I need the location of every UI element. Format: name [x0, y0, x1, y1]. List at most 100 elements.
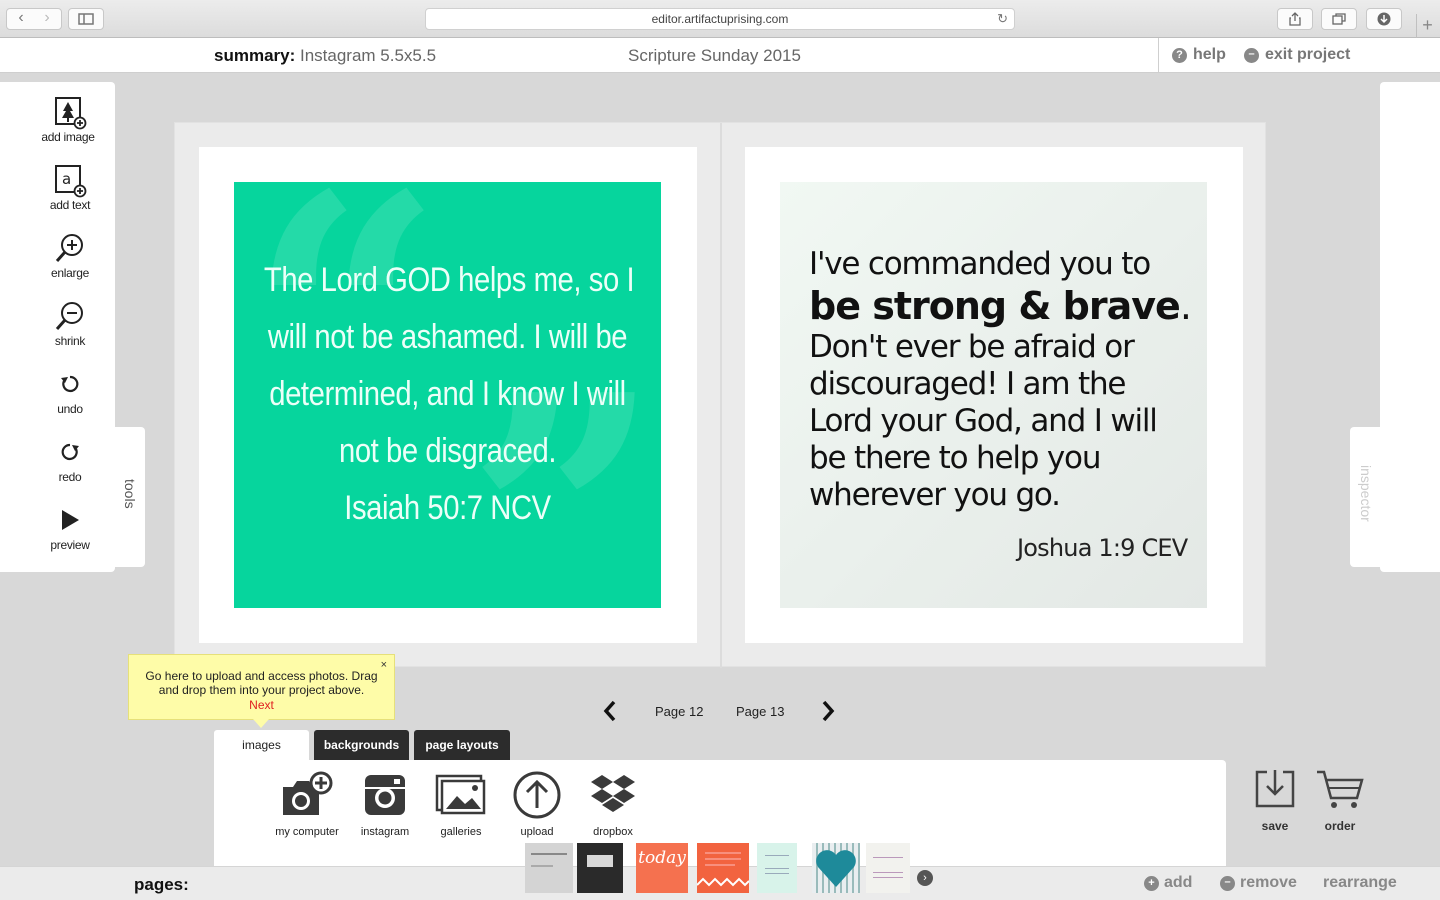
tool-add-text[interactable]: a add text	[0, 160, 140, 212]
undo-icon	[61, 375, 79, 393]
page-thumbnail[interactable]	[812, 843, 860, 893]
app-header: summary: Instagram 5.5x5.5 Scripture Sun…	[0, 38, 1440, 73]
quote-line: be there to help you	[809, 440, 1101, 476]
thumbnails-scroll-right-button[interactable]: ›	[917, 870, 933, 886]
page-13[interactable]: I've commanded you to be strong & brave.…	[745, 147, 1243, 643]
source-label: instagram	[360, 826, 410, 838]
scripture-image-right[interactable]: I've commanded you to be strong & brave.…	[780, 182, 1207, 608]
header-divider	[1158, 38, 1159, 73]
source-label: upload	[520, 826, 554, 838]
save-button[interactable]: save	[1240, 768, 1310, 833]
tool-shrink[interactable]: shrink	[0, 296, 140, 348]
tabs-button[interactable]	[1321, 8, 1357, 30]
chevron-right-icon	[822, 700, 835, 722]
page-12-label[interactable]: Page 12	[655, 704, 703, 719]
dropbox-icon	[591, 775, 635, 812]
heart-icon	[816, 850, 856, 887]
tab-page-layouts[interactable]: page layouts	[414, 730, 510, 760]
cart-icon	[1317, 770, 1364, 808]
project-summary: summary: Instagram 5.5x5.5	[214, 46, 436, 66]
source-label: my computer	[275, 826, 339, 838]
source-galleries[interactable]: galleries	[421, 768, 501, 838]
inspector-tab[interactable]: inspector	[1350, 427, 1385, 567]
remove-label: remove	[1240, 874, 1297, 891]
new-tab-button[interactable]: +	[1416, 14, 1438, 38]
order-label: order	[1324, 819, 1356, 833]
source-instagram[interactable]: instagram	[345, 768, 425, 838]
page-thumbnail[interactable]	[866, 843, 910, 893]
tab-backgrounds[interactable]: backgrounds	[314, 730, 409, 760]
source-my-computer[interactable]: my computer	[267, 768, 347, 838]
page-12[interactable]: “ ” The Lord GOD helps me, so I will not…	[199, 147, 697, 643]
save-label: save	[1261, 819, 1289, 833]
sidebar-icon	[78, 13, 94, 25]
tool-enlarge[interactable]: enlarge	[0, 228, 140, 280]
tool-add-image[interactable]: add image	[0, 92, 140, 144]
quote-line: Don't ever be afraid or	[809, 329, 1135, 365]
downloads-button[interactable]	[1366, 8, 1402, 30]
share-icon	[1289, 12, 1301, 26]
help-label: help	[1193, 46, 1226, 63]
left-quote-text: The Lord GOD helps me, so I will not be …	[263, 252, 635, 537]
forward-icon[interactable]: ›	[34, 9, 60, 27]
help-link[interactable]: ? help	[1172, 46, 1226, 64]
tool-label: preview	[50, 538, 90, 552]
thumbnail-text: today	[638, 848, 686, 868]
page-spread: “ ” The Lord GOD helps me, so I will not…	[174, 122, 1266, 668]
back-icon[interactable]: ‹	[8, 9, 34, 27]
download-icon	[1377, 12, 1391, 26]
quote-line: will not be ashamed. I will be	[267, 318, 628, 356]
order-button[interactable]: order	[1305, 768, 1375, 833]
quote-emphasis: be strong & brave.	[809, 283, 1192, 329]
quote-reference: Isaiah 50:7 NCV	[344, 489, 551, 527]
previous-page-button[interactable]	[603, 700, 617, 729]
page-thumbnail[interactable]: today	[636, 843, 688, 893]
minus-circle-icon: –	[1220, 875, 1235, 891]
exit-project-link[interactable]: – exit project	[1244, 46, 1350, 64]
tabs-icon	[1332, 13, 1346, 25]
tool-label: enlarge	[51, 266, 89, 280]
source-upload[interactable]: upload	[497, 768, 577, 838]
next-page-button[interactable]	[821, 700, 835, 729]
tool-redo[interactable]: redo	[0, 432, 140, 484]
source-label: galleries	[440, 826, 482, 838]
page-thumbnail[interactable]	[577, 843, 623, 893]
spread-spine	[720, 123, 722, 668]
quote-strong-text: be strong & brave	[809, 284, 1181, 328]
tool-label: undo	[57, 402, 83, 416]
tool-preview[interactable]: preview	[0, 500, 140, 552]
svg-text:a: a	[62, 170, 71, 188]
project-title: Scripture Sunday 2015	[628, 46, 801, 65]
play-icon	[62, 510, 79, 530]
zoom-in-icon	[55, 234, 83, 262]
quote-strong-suffix: .	[1179, 284, 1192, 328]
source-dropbox[interactable]: dropbox	[573, 768, 653, 838]
gallery-icon	[435, 774, 486, 815]
scripture-image-left[interactable]: “ ” The Lord GOD helps me, so I will not…	[234, 182, 661, 608]
page-thumbnail[interactable]	[757, 843, 797, 893]
add-page-button[interactable]: + add	[1144, 874, 1192, 892]
zoom-out-icon	[55, 302, 83, 330]
source-label: dropbox	[593, 826, 633, 838]
page-thumbnail[interactable]	[525, 843, 573, 893]
reload-icon[interactable]: ↻	[997, 9, 1008, 29]
remove-page-button[interactable]: – remove	[1220, 874, 1297, 892]
tool-label: add text	[49, 198, 91, 212]
help-icon: ?	[1172, 47, 1187, 63]
tab-images[interactable]: images	[214, 730, 309, 760]
quote-line: The Lord GOD helps me, so I	[263, 261, 635, 299]
tooltip-next-link[interactable]: Next	[129, 698, 394, 712]
tool-undo[interactable]: undo	[0, 364, 140, 416]
add-image-icon	[55, 97, 87, 130]
address-bar[interactable]: editor.artifactuprising.com ↻	[425, 8, 1015, 30]
page-13-label[interactable]: Page 13	[736, 704, 784, 719]
add-text-icon: a	[55, 165, 87, 198]
quote-line: Lord your God, and I will	[809, 403, 1158, 439]
share-button[interactable]	[1277, 8, 1313, 30]
right-quote-text: I've commanded you to be strong & brave.…	[809, 246, 1192, 514]
rearrange-pages-button[interactable]: rearrange	[1323, 874, 1397, 892]
sidebar-toggle-button[interactable]	[68, 8, 104, 30]
page-thumbnail[interactable]	[696, 843, 750, 893]
close-icon[interactable]: ×	[381, 658, 387, 672]
tool-label: redo	[58, 470, 82, 484]
